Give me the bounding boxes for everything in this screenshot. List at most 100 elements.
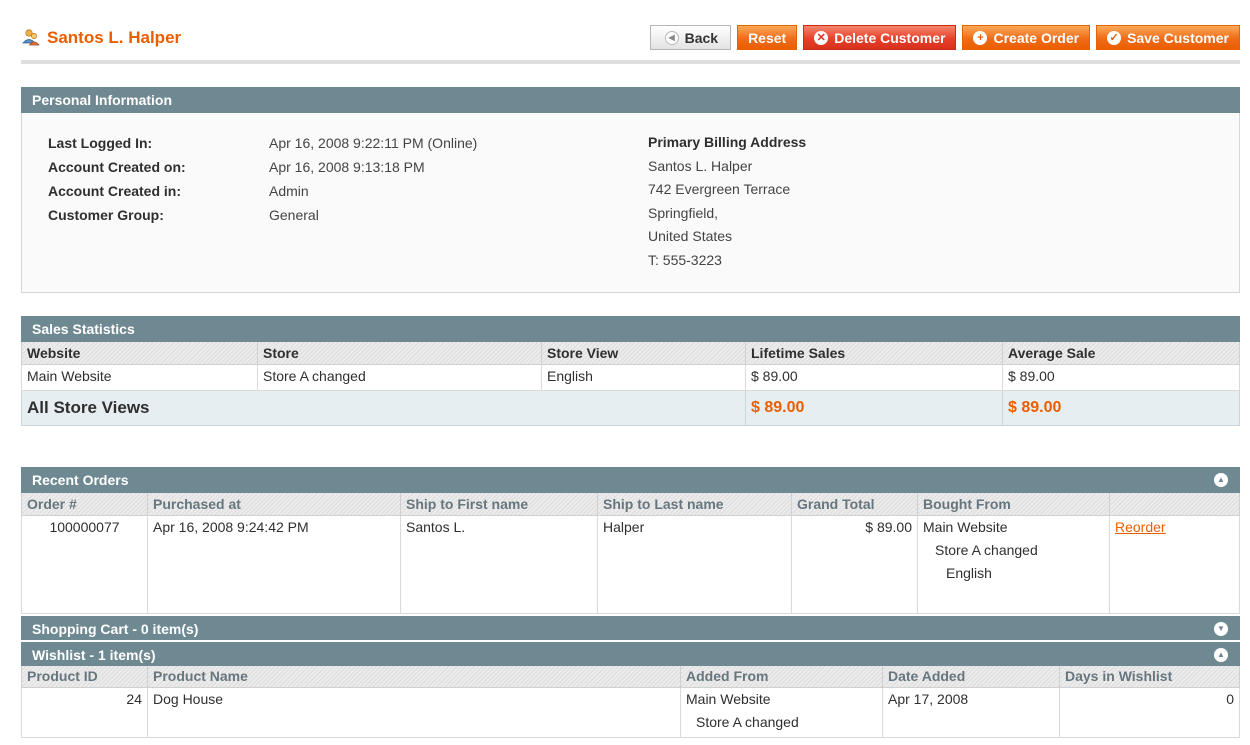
column-header: Grand Total	[791, 493, 918, 516]
primary-billing-address: Primary Billing Address Santos L. Halper…	[648, 131, 806, 272]
cell-grand-total: $ 89.00	[791, 514, 918, 614]
info-value: Admin	[269, 183, 309, 199]
table-header-row: Website Store Store View Lifetime Sales …	[21, 342, 1240, 365]
wishlist-heading[interactable]: Wishlist - 1 item(s) ▲	[21, 639, 1240, 666]
save-customer-button[interactable]: ✓ Save Customer	[1096, 25, 1240, 50]
cell-average-sale: $ 89.00	[1002, 363, 1240, 391]
bought-from-store: Store A changed	[935, 541, 1038, 558]
column-header: Store View	[541, 342, 746, 365]
cell-store-view: English	[541, 363, 746, 391]
column-header: Order #	[21, 493, 148, 516]
checkmark-icon: ✓	[1107, 30, 1122, 45]
recent-orders-table: Order # Purchased at Ship to First name …	[21, 493, 1240, 614]
sales-statistics-heading: Sales Statistics	[21, 316, 1240, 342]
customer-icon	[21, 28, 41, 48]
reset-label: Reset	[748, 29, 787, 46]
personal-information-heading: Personal Information	[21, 87, 1240, 113]
cell-added-from: Main Website Store A changed	[680, 687, 883, 738]
delete-label: Delete Customer	[834, 29, 946, 46]
cell-purchased-at: Apr 16, 2008 9:24:42 PM	[147, 514, 401, 614]
total-average-sale: $ 89.00	[1002, 389, 1240, 426]
account-info: Last Logged In: Apr 16, 2008 9:22:11 PM …	[48, 131, 477, 227]
personal-information-body: Last Logged In: Apr 16, 2008 9:22:11 PM …	[21, 113, 1240, 293]
all-store-views-label: All Store Views	[21, 389, 746, 426]
back-arrow-icon: ◀	[664, 30, 679, 45]
save-label: Save Customer	[1127, 29, 1229, 46]
cell-bought-from: Main Website Store A changed English	[917, 514, 1110, 614]
added-from-website: Main Website	[686, 691, 771, 707]
collapse-icon[interactable]: ▲	[1214, 647, 1228, 662]
customer-activity-section: Recent Orders ▲ Order # Purchased at Shi…	[21, 467, 1240, 738]
address-line: T: 555-3223	[648, 251, 722, 268]
bought-from-website: Main Website	[923, 518, 1008, 535]
cell-date-added: Apr 17, 2008	[882, 687, 1060, 738]
cell-order-number: 100000077	[21, 514, 148, 614]
delete-customer-button[interactable]: ✕ Delete Customer	[803, 25, 957, 50]
column-header: Date Added	[882, 665, 1060, 688]
expand-icon[interactable]: ▼	[1214, 621, 1228, 636]
column-header: Purchased at	[147, 493, 401, 516]
table-row: Main Website Store A changed English $ 8…	[21, 363, 1240, 391]
reset-button[interactable]: Reset	[737, 25, 798, 50]
total-lifetime-sales: $ 89.00	[745, 389, 1003, 426]
cell-last-name: Halper	[597, 514, 792, 614]
address-title: Primary Billing Address	[648, 134, 807, 150]
added-from-store: Store A changed	[696, 714, 799, 730]
sales-statistics-section: Sales Statistics Website Store Store Vie…	[21, 316, 1240, 426]
info-label: Account Created on:	[48, 159, 186, 175]
content-header: Santos L. Halper ◀ Back Reset ✕ Delete C…	[21, 18, 1240, 64]
column-header: Store	[257, 342, 542, 365]
cell-days-in-wishlist: 0	[1059, 687, 1240, 738]
column-header: Added From	[680, 665, 883, 688]
recent-orders-title: Recent Orders	[32, 472, 129, 488]
table-row[interactable]: 100000077 Apr 16, 2008 9:24:42 PM Santos…	[21, 514, 1240, 614]
wishlist-table: Product ID Product Name Added From Date …	[21, 665, 1240, 738]
column-header: Bought From	[917, 493, 1110, 516]
collapse-icon[interactable]: ▲	[1214, 473, 1228, 487]
customer-name-title: Santos L. Halper	[47, 28, 182, 47]
cell-website: Main Website	[21, 363, 258, 391]
info-row-customer-group: Customer Group: General	[48, 203, 477, 227]
sales-statistics-table: Website Store Store View Lifetime Sales …	[21, 342, 1240, 426]
totals-row: All Store Views $ 89.00 $ 89.00	[21, 389, 1240, 426]
info-row-last-logged: Last Logged In: Apr 16, 2008 9:22:11 PM …	[48, 131, 477, 155]
info-row-created-on: Account Created on: Apr 16, 2008 9:13:18…	[48, 155, 477, 179]
info-label: Last Logged In:	[48, 135, 153, 151]
info-label: Customer Group:	[48, 207, 164, 223]
column-header: Ship to Last name	[597, 493, 792, 516]
back-label: Back	[684, 29, 719, 46]
cell-product-id: 24	[21, 687, 148, 738]
cell-store: Store A changed	[257, 363, 542, 391]
button-bar: ◀ Back Reset ✕ Delete Customer + Create …	[649, 25, 1240, 50]
cell-action: Reorder	[1109, 514, 1240, 614]
cell-first-name: Santos L.	[400, 514, 598, 614]
column-header: Website	[21, 342, 258, 365]
info-row-created-in: Account Created in: Admin	[48, 179, 477, 203]
create-order-button[interactable]: + Create Order	[962, 25, 1091, 50]
column-header: Lifetime Sales	[745, 342, 1003, 365]
info-value: Apr 16, 2008 9:22:11 PM (Online)	[269, 135, 478, 151]
page-title: Santos L. Halper	[21, 28, 181, 48]
address-line: Springfield,	[648, 204, 719, 221]
wishlist-title: Wishlist - 1 item(s)	[32, 646, 156, 663]
address-line: 742 Evergreen Terrace	[648, 181, 791, 197]
column-header	[1109, 493, 1240, 516]
cell-product-name: Dog House	[147, 687, 681, 738]
create-order-label: Create Order	[993, 29, 1080, 46]
column-header: Product Name	[147, 665, 681, 688]
bought-from-store-view: English	[946, 564, 992, 581]
delete-icon: ✕	[814, 30, 829, 45]
column-header: Ship to First name	[400, 493, 598, 516]
column-header: Days in Wishlist	[1059, 665, 1240, 688]
recent-orders-heading[interactable]: Recent Orders ▲	[21, 467, 1240, 493]
back-button[interactable]: ◀ Back	[649, 25, 732, 50]
reorder-link[interactable]: Reorder	[1115, 519, 1166, 535]
shopping-cart-heading[interactable]: Shopping Cart - 0 item(s) ▼	[21, 613, 1240, 640]
add-icon: +	[973, 30, 988, 45]
address-line: United States	[648, 228, 733, 244]
table-header-row: Order # Purchased at Ship to First name …	[21, 493, 1240, 516]
table-row[interactable]: 24 Dog House Main Website Store A change…	[21, 687, 1240, 738]
info-value: Apr 16, 2008 9:13:18 PM	[269, 159, 425, 175]
cell-lifetime-sales: $ 89.00	[745, 363, 1003, 391]
column-header: Average Sale	[1002, 342, 1240, 365]
